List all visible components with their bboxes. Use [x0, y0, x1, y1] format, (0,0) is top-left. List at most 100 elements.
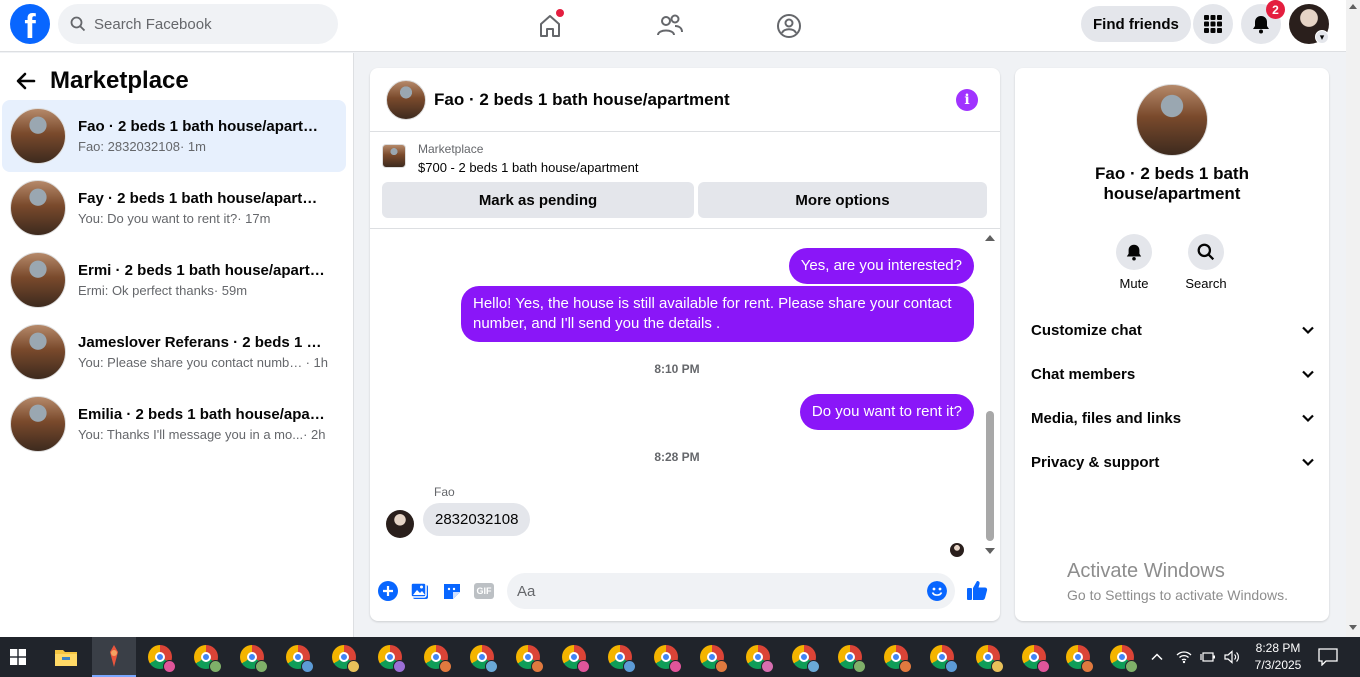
action-center-button[interactable]	[1314, 643, 1342, 671]
chrome-icon	[976, 645, 1004, 673]
conversation-item[interactable]: Fao · 2 beds 1 bath house/apartme... Fao…	[2, 100, 346, 172]
chrome-profile-button[interactable]	[468, 643, 498, 673]
chrome-profile-button[interactable]	[652, 643, 682, 673]
customize-chat-row[interactable]: Customize chat	[1031, 316, 1315, 344]
file-explorer-button[interactable]	[52, 643, 80, 671]
incoming-message[interactable]: 2832032108	[423, 503, 531, 536]
conversation-item[interactable]: Jameslover Referans · 2 beds 1 bat... Yo…	[2, 316, 346, 388]
conversation-title: Ermi · 2 beds 1 bath house/apartm...	[78, 262, 328, 279]
chrome-icon	[286, 645, 314, 673]
chat-scrollbar-thumb[interactable]	[986, 411, 994, 541]
battery-icon[interactable]	[1200, 650, 1216, 664]
chevron-down-icon[interactable]: ▾	[1315, 30, 1329, 44]
chrome-profile-button[interactable]	[376, 643, 406, 673]
sender-avatar[interactable]	[386, 510, 414, 538]
volume-icon[interactable]	[1224, 650, 1240, 664]
home-nav-button[interactable]	[532, 8, 568, 44]
outgoing-message[interactable]: Yes, are you interested?	[788, 248, 974, 284]
message-input[interactable]: Aa	[507, 573, 955, 609]
chrome-icon	[654, 645, 682, 673]
mute-button[interactable]: Mute	[1104, 234, 1164, 291]
conversation-preview: You: Do you want to rent it?	[78, 211, 238, 226]
friends-nav-button[interactable]	[652, 8, 688, 44]
groups-icon	[777, 14, 801, 38]
find-friends-button[interactable]: Find friends	[1081, 6, 1191, 42]
notification-count-badge: 2	[1266, 0, 1285, 19]
media-files-links-row[interactable]: Media, files and links	[1031, 404, 1315, 432]
notifications-button[interactable]: 2	[1241, 0, 1285, 44]
gif-button[interactable]: GIF	[474, 581, 494, 601]
chrome-profile-button[interactable]	[1108, 643, 1138, 673]
groups-nav-button[interactable]	[771, 8, 807, 44]
search-facebook-input[interactable]: Search Facebook	[58, 4, 338, 44]
network-icon[interactable]	[1176, 650, 1192, 664]
chrome-profile-button[interactable]	[146, 643, 176, 673]
chrome-profile-button[interactable]	[882, 643, 912, 673]
chrome-icon	[562, 645, 590, 673]
chrome-profile-button[interactable]	[238, 643, 268, 673]
chrome-profile-button[interactable]	[698, 643, 728, 673]
chevron-up-icon[interactable]	[1150, 650, 1164, 664]
chrome-profile-button[interactable]	[836, 643, 866, 673]
chrome-profile-button[interactable]	[1020, 643, 1050, 673]
more-options-button[interactable]: More options	[698, 182, 987, 218]
scroll-up-arrow[interactable]	[985, 235, 995, 241]
facebook-logo[interactable]: f	[10, 4, 50, 44]
row-label: Media, files and links	[1031, 409, 1182, 427]
outgoing-message[interactable]: Do you want to rent it?	[799, 394, 974, 430]
listing-label: Marketplace	[418, 142, 484, 156]
windows-logo-icon	[10, 649, 26, 665]
chrome-icon	[746, 645, 774, 673]
plus-circle-icon	[378, 581, 398, 601]
chrome-profile-button[interactable]	[928, 643, 958, 673]
emoji-icon[interactable]	[927, 581, 947, 601]
chrome-profile-button[interactable]	[1064, 643, 1094, 673]
mark-as-pending-button[interactable]: Mark as pending	[382, 182, 694, 218]
conversation-time: · 2h	[303, 427, 326, 442]
outgoing-message[interactable]: Hello! Yes, the house is still available…	[461, 286, 974, 342]
back-arrow-icon[interactable]	[14, 69, 38, 93]
chat-title[interactable]: Fao · 2 beds 1 bath house/apartment	[434, 90, 730, 110]
listing-photo[interactable]	[1136, 84, 1208, 156]
chevron-down-icon	[1302, 370, 1314, 379]
chrome-profile-button[interactable]	[284, 643, 314, 673]
attach-photo-button[interactable]	[410, 581, 430, 601]
chat-members-row[interactable]: Chat members	[1031, 360, 1315, 388]
sticker-button[interactable]	[442, 581, 462, 601]
chrome-profile-button[interactable]	[422, 643, 452, 673]
grid-menu-icon	[1204, 15, 1222, 33]
system-tray	[1150, 637, 1240, 677]
scroll-down-arrow[interactable]	[985, 548, 995, 554]
page-scroll-down-arrow[interactable]	[1349, 625, 1357, 630]
chat-listing-thumbnail[interactable]	[386, 79, 426, 120]
chrome-profile-button[interactable]	[606, 643, 636, 673]
chrome-profile-button[interactable]	[560, 643, 590, 673]
conversation-item[interactable]: Ermi · 2 beds 1 bath house/apartm... Erm…	[2, 244, 346, 316]
chrome-profile-button[interactable]	[974, 643, 1004, 673]
page-scroll-up-arrow[interactable]	[1349, 4, 1357, 9]
listing-thumbnail	[10, 324, 66, 380]
like-button[interactable]	[966, 579, 988, 601]
conversation-title: Jameslover Referans · 2 beds 1 bat...	[78, 334, 328, 351]
privacy-support-row[interactable]: Privacy & support	[1031, 448, 1315, 476]
page-title: Marketplace	[50, 67, 189, 94]
conversation-item[interactable]: Fay · 2 beds 1 bath house/apartment You:…	[2, 172, 346, 244]
chevron-down-icon	[1302, 414, 1314, 423]
chrome-profile-button[interactable]	[790, 643, 820, 673]
listing-price[interactable]: $700 - 2 beds 1 bath house/apartment	[418, 160, 638, 175]
info-icon[interactable]: i	[956, 89, 978, 111]
mute-label: Mute	[1119, 276, 1149, 291]
chrome-profile-button[interactable]	[514, 643, 544, 673]
conversation-item[interactable]: Emilia · 2 beds 1 bath house/apart... Yo…	[2, 388, 346, 460]
chrome-profile-button[interactable]	[330, 643, 360, 673]
more-actions-button[interactable]	[378, 581, 398, 601]
page-scrollbar[interactable]	[1346, 0, 1360, 637]
chrome-profile-button[interactable]	[192, 643, 222, 673]
taskbar-app-pinned[interactable]	[92, 637, 136, 677]
search-in-conversation-button[interactable]: Search	[1176, 234, 1236, 291]
taskbar-clock[interactable]: 8:28 PM 7/3/2025	[1248, 640, 1308, 674]
chrome-profile-button[interactable]	[744, 643, 774, 673]
bell-icon	[1253, 16, 1269, 34]
start-button[interactable]	[4, 643, 32, 671]
menu-button[interactable]	[1193, 4, 1233, 44]
